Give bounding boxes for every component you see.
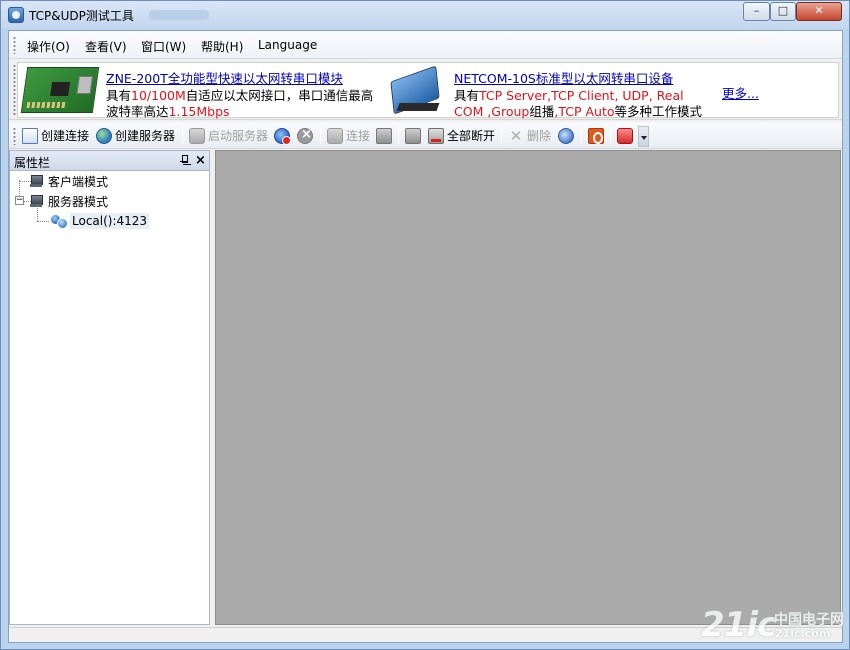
stop-circle-icon xyxy=(297,127,313,144)
connect-all-button[interactable] xyxy=(405,126,424,145)
disconnect-icon xyxy=(376,127,392,144)
collapse-icon[interactable]: − xyxy=(15,196,24,205)
title-redacted-area xyxy=(149,10,209,20)
new-connection-icon xyxy=(22,127,38,144)
create-server-button[interactable]: 创建服务器 xyxy=(96,126,175,145)
toolbar-separator xyxy=(182,127,183,144)
ad-highlight: COM ,Group xyxy=(454,104,530,119)
tree-item-label: 服务器模式 xyxy=(48,194,109,209)
toolbar-separator xyxy=(398,127,399,144)
minimize-button[interactable]: – xyxy=(743,2,770,21)
connect-button[interactable]: 连接 xyxy=(327,126,370,145)
delete-label: 删除 xyxy=(527,129,552,143)
network-icon xyxy=(558,127,574,144)
toolbar-separator xyxy=(501,127,502,144)
tree-connector xyxy=(37,221,49,222)
ad-highlight: ,TCP Auto xyxy=(554,104,615,119)
users-icon xyxy=(50,214,68,229)
menu-bar: 操作(O) 查看(V) 窗口(W) 帮助(H) Language xyxy=(9,31,842,59)
ad-text: 组播 xyxy=(529,104,555,119)
computer-icon xyxy=(30,175,43,187)
app-icon xyxy=(8,7,24,23)
disconnect-all-icon xyxy=(428,127,444,144)
menu-operate[interactable]: 操作(O) xyxy=(27,38,70,55)
server-globe-icon xyxy=(96,127,112,144)
tree-item-local-server[interactable]: Local():4123 xyxy=(50,212,150,230)
client-area: 操作(O) 查看(V) 窗口(W) 帮助(H) Language ZNE-200… xyxy=(8,30,843,643)
computer-icon xyxy=(30,195,43,207)
menu-grip[interactable] xyxy=(13,36,16,54)
cancel-button[interactable] xyxy=(297,126,316,145)
ad-text: 等多种工作模式 xyxy=(614,104,703,119)
panel-close-icon[interactable]: × xyxy=(195,153,206,168)
start-server-button[interactable]: 启动服务器 xyxy=(189,126,268,145)
menu-help[interactable]: 帮助(H) xyxy=(201,38,243,55)
pin-icon[interactable] xyxy=(180,155,188,166)
toolbar-grip[interactable] xyxy=(13,127,16,145)
toolbar-separator xyxy=(581,127,582,144)
panel-title: 属性栏 xyxy=(14,156,51,170)
menu-window[interactable]: 窗口(W) xyxy=(141,38,186,55)
network-button[interactable] xyxy=(558,126,577,145)
delete-x-icon: ✕ xyxy=(509,126,523,145)
connect-all-icon xyxy=(405,127,421,144)
power-button[interactable] xyxy=(588,126,607,145)
toolbar-separator xyxy=(320,127,321,144)
ad-highlight: 1.15Mbps xyxy=(168,104,230,119)
tree-item-client-mode[interactable]: 客户端模式 xyxy=(30,172,108,190)
connect-label: 连接 xyxy=(346,129,371,143)
status-bar xyxy=(9,627,842,642)
panel-header: 属性栏 × xyxy=(10,151,209,171)
ad-content: ZNE-200T全功能型快速以太网转串口模块 具有10/100M自适应以太网接口… xyxy=(17,62,839,120)
stop-server-button[interactable] xyxy=(274,126,293,145)
exit-icon xyxy=(617,127,633,144)
toolbar: 创建连接 创建服务器 启动服务器 连接 xyxy=(9,122,842,149)
disconnect-all-button[interactable]: 全部断开 xyxy=(428,126,495,145)
tree-item-server-mode[interactable]: 服务器模式 xyxy=(30,192,108,210)
users-stop-icon xyxy=(274,127,291,145)
tree-item-label: 客户端模式 xyxy=(48,174,109,189)
create-connection-label: 创建连接 xyxy=(41,129,90,143)
delete-button[interactable]: ✕ 删除 xyxy=(508,126,551,145)
mdi-workspace[interactable] xyxy=(215,150,841,625)
ad-left-line2: 波特率高达1.15Mbps xyxy=(106,101,230,120)
window-title: TCP&UDP测试工具 xyxy=(29,9,134,23)
ad-banner: ZNE-200T全功能型快速以太网转串口模块 具有10/100M自适应以太网接口… xyxy=(9,60,842,120)
ad-right-line2: COM ,Group组播,TCP Auto等多种工作模式 xyxy=(454,101,702,120)
power-icon xyxy=(588,127,604,144)
app-window: TCP&UDP测试工具 – □ ✕ 操作(O) 查看(V) 窗口(W) 帮助(H… xyxy=(0,0,850,650)
menu-view[interactable]: 查看(V) xyxy=(85,38,127,55)
connect-icon xyxy=(327,127,343,144)
toolbar-overflow-chevron-icon[interactable] xyxy=(638,126,649,147)
tree-item-label: Local():4123 xyxy=(70,213,150,229)
disconnect-all-label: 全部断开 xyxy=(447,129,496,143)
toolbar-separator xyxy=(610,127,611,144)
maximize-button[interactable]: □ xyxy=(770,2,796,21)
close-button[interactable]: ✕ xyxy=(796,2,842,21)
title-bar: TCP&UDP测试工具 – □ ✕ xyxy=(1,1,849,29)
module-board-image[interactable] xyxy=(20,67,100,113)
tree-connector xyxy=(37,204,38,221)
create-connection-button[interactable]: 创建连接 xyxy=(22,126,89,145)
property-panel: 属性栏 × 客户端模式 − 服务器模式 Local():4123 xyxy=(9,150,210,625)
start-server-icon xyxy=(189,127,205,144)
ad-text: 波特率高达 xyxy=(106,104,169,119)
menu-language[interactable]: Language xyxy=(258,38,317,52)
more-link[interactable]: 更多... xyxy=(722,83,759,102)
netcom-device-image[interactable] xyxy=(388,65,446,115)
exit-button[interactable] xyxy=(617,126,636,145)
ad-grip[interactable] xyxy=(13,64,16,116)
disconnect-button[interactable] xyxy=(376,126,395,145)
start-server-label: 启动服务器 xyxy=(208,129,269,143)
create-server-label: 创建服务器 xyxy=(115,129,176,143)
